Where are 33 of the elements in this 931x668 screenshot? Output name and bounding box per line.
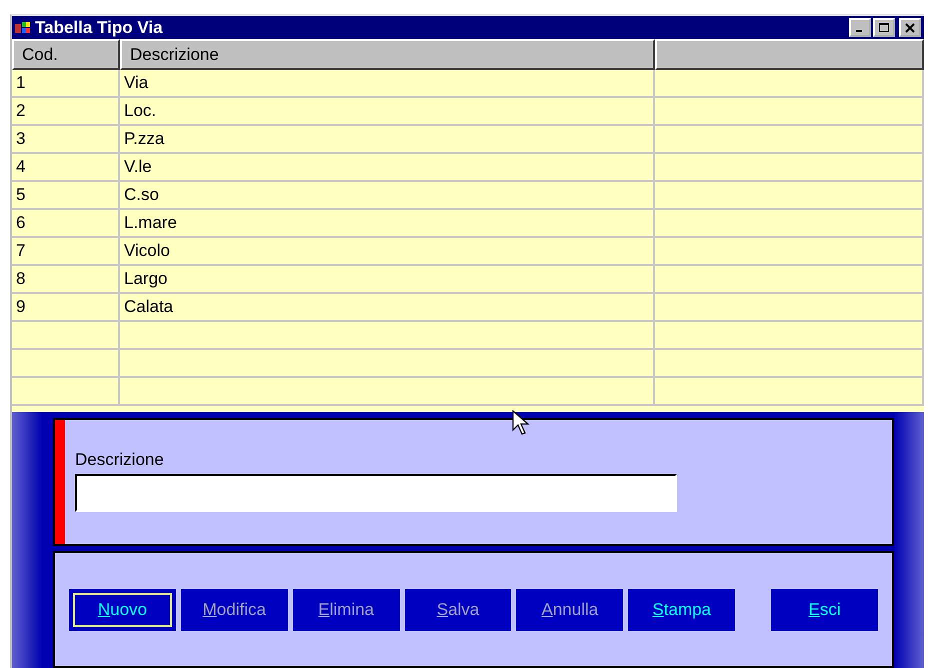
table-cell: 1 bbox=[12, 70, 120, 98]
column-header[interactable]: Cod. bbox=[12, 39, 120, 70]
window-title: Tabella Tipo Via bbox=[35, 18, 163, 38]
minimize-icon bbox=[856, 30, 862, 32]
table-cell: C.so bbox=[120, 182, 655, 210]
table-cell: 6 bbox=[12, 210, 120, 238]
table-cell: Vicolo bbox=[120, 238, 655, 266]
table-cell: 7 bbox=[12, 238, 120, 266]
table-cell: Via bbox=[120, 70, 655, 98]
table-cell: 4 bbox=[12, 154, 120, 182]
table-cell: 5 bbox=[12, 182, 120, 210]
column-header[interactable]: Descrizione bbox=[120, 39, 655, 70]
table-cell: V.le bbox=[120, 154, 655, 182]
maximize-button[interactable] bbox=[873, 18, 895, 37]
table-cell: 3 bbox=[12, 126, 120, 154]
field-label: Descrizione bbox=[75, 450, 165, 470]
table-cell: Calata bbox=[120, 294, 655, 322]
action-button[interactable]: Nuovo bbox=[69, 588, 176, 630]
maximize-icon bbox=[879, 22, 889, 32]
input-field[interactable] bbox=[75, 474, 677, 512]
app-icon bbox=[15, 20, 31, 34]
table-cell: P.zza bbox=[120, 126, 655, 154]
close-button[interactable] bbox=[899, 18, 921, 37]
action-button[interactable]: Stampa bbox=[628, 588, 736, 630]
table-cell: 8 bbox=[12, 266, 120, 294]
table-cell: 2 bbox=[12, 98, 120, 126]
table-cell: L.mare bbox=[120, 210, 655, 238]
close-icon bbox=[905, 22, 915, 32]
table-cell: Largo bbox=[120, 266, 655, 294]
action-button[interactable]: Esci bbox=[771, 588, 878, 630]
minimize-button[interactable] bbox=[849, 18, 871, 37]
table-cell: 9 bbox=[12, 294, 120, 322]
table-cell: Loc. bbox=[120, 98, 655, 126]
